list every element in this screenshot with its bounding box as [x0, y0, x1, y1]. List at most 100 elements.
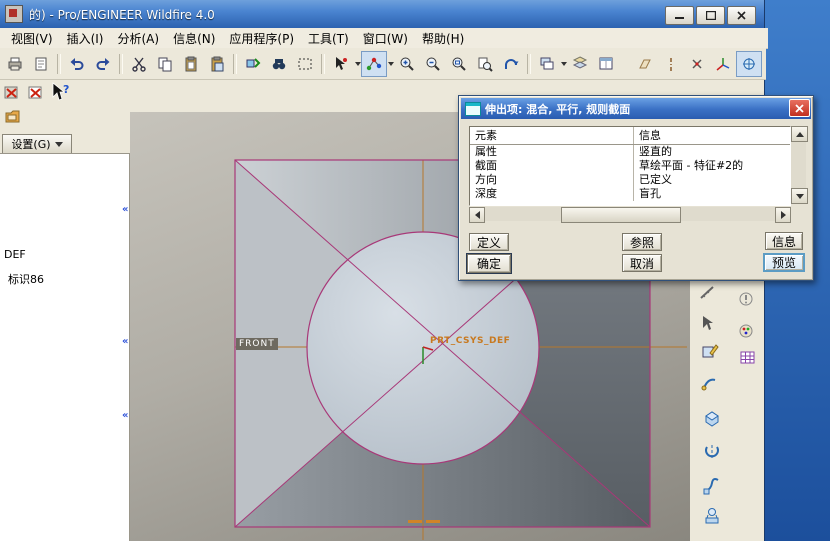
menu-view[interactable]: 视图(V) — [4, 28, 60, 49]
folder-tab-icon[interactable] — [2, 106, 24, 128]
datum-axis-toggle-icon[interactable] — [658, 51, 684, 77]
table-row-direction[interactable]: 方向 已定义 — [470, 173, 790, 187]
view-manager-icon[interactable] — [593, 51, 619, 77]
cancel-button[interactable]: 取消 — [622, 254, 662, 272]
column-header-info: 信息 — [633, 127, 790, 144]
model-tree-panel: DEF 标识86 — [0, 153, 130, 541]
datum-csys-toggle-icon[interactable] — [710, 51, 736, 77]
grid-icon[interactable] — [736, 346, 760, 370]
menu-insert[interactable]: 插入(I) — [60, 28, 111, 49]
panel-collapse-icon[interactable]: « — [122, 411, 128, 421]
select-box-icon[interactable] — [292, 51, 318, 77]
info-button[interactable]: 信息 — [765, 232, 803, 250]
close-view-icon[interactable] — [1, 82, 23, 104]
table-row-attributes[interactable]: 属性 竖直的 — [470, 145, 790, 159]
references-button[interactable]: 参照 — [622, 233, 662, 251]
csys-tag[interactable]: PRT_CSYS_DEF — [430, 336, 510, 346]
print-icon[interactable] — [2, 51, 28, 77]
table-row-section[interactable]: 截面 草绘平面 - 特征#2的 — [470, 159, 790, 173]
menu-bar: 视图(V) 插入(I) 分析(A) 信息(N) 应用程序(P) 工具(T) 窗口… — [0, 28, 768, 49]
table-row-depth[interactable]: 深度 盲孔 — [470, 187, 790, 201]
menu-analysis[interactable]: 分析(A) — [110, 28, 166, 49]
define-button[interactable]: 定义 — [469, 233, 509, 251]
zoom-in-icon[interactable] — [394, 51, 420, 77]
ok-button[interactable]: 确定 — [466, 253, 512, 274]
app-icon — [5, 5, 23, 23]
revolve-tool-icon[interactable] — [700, 440, 724, 464]
spin-center-toggle-icon[interactable] — [736, 50, 762, 77]
row-element: 截面 — [475, 159, 497, 172]
row-info: 竖直的 — [633, 145, 790, 159]
datum-point-toggle-icon[interactable] — [684, 51, 710, 77]
tree-item-csys[interactable]: DEF — [4, 248, 26, 261]
plot-icon[interactable] — [28, 51, 54, 77]
close-button[interactable] — [727, 6, 756, 25]
menu-help[interactable]: 帮助(H) — [415, 28, 471, 49]
paste-icon[interactable] — [178, 51, 204, 77]
table-header-row: 元素 信息 — [470, 127, 790, 145]
toolbar-separator — [119, 53, 123, 74]
panel-collapse-icon[interactable]: « — [122, 337, 128, 347]
selection-filter-icon[interactable] — [328, 51, 354, 77]
settings-dropdown[interactable]: 设置(G) — [2, 134, 72, 154]
menu-info[interactable]: 信息(N) — [166, 28, 222, 49]
blend-tool-icon[interactable] — [700, 504, 724, 528]
zoom-out-icon[interactable] — [420, 51, 446, 77]
select-arrow-icon[interactable] — [696, 311, 720, 335]
window-title: 的) - Pro/ENGINEER Wildfire 4.0 — [29, 7, 215, 22]
dialog-title: 伸出项: 混合, 平行, 规则截面 — [485, 102, 631, 116]
minimize-button[interactable] — [665, 6, 694, 25]
palette-icon[interactable] — [734, 319, 758, 343]
row-info: 草绘平面 - 特征#2的 — [633, 159, 790, 173]
toolbar-separator — [527, 53, 531, 74]
sketch-tool-icon[interactable] — [698, 340, 722, 364]
dialog-close-button[interactable] — [789, 99, 810, 117]
row-info: 盲孔 — [633, 187, 790, 201]
sweep-tool-icon[interactable] — [700, 474, 724, 498]
section-marker — [408, 520, 440, 523]
style-tool-icon[interactable] — [698, 372, 722, 396]
menu-applications[interactable]: 应用程序(P) — [222, 28, 301, 49]
scroll-right-icon[interactable] — [775, 207, 791, 223]
zoom-page-icon[interactable] — [472, 51, 498, 77]
tree-item-feature[interactable]: 标识86 — [8, 271, 44, 287]
table-vertical-scrollbar[interactable] — [791, 126, 808, 204]
panel-collapse-icon[interactable]: « — [122, 205, 128, 215]
scrollbar-thumb[interactable] — [561, 207, 681, 223]
front-datum-tag[interactable]: FRONT — [236, 338, 278, 350]
maximize-button[interactable] — [696, 6, 725, 25]
scroll-down-icon[interactable] — [791, 188, 808, 204]
regenerate-icon[interactable] — [240, 51, 266, 77]
scroll-left-icon[interactable] — [469, 207, 485, 223]
layers-icon[interactable] — [567, 51, 593, 77]
preview-button[interactable]: 预览 — [763, 253, 805, 272]
close-window-icon[interactable] — [25, 82, 47, 104]
table-horizontal-scrollbar[interactable] — [469, 207, 791, 223]
extrude-tool-icon[interactable] — [700, 406, 724, 430]
main-toolbar — [0, 48, 766, 80]
redo-icon[interactable] — [90, 51, 116, 77]
snap-mode-icon[interactable] — [361, 50, 387, 77]
settings-label: 设置(G) — [11, 138, 51, 151]
datum-plane-toggle-icon[interactable] — [632, 51, 658, 77]
find-icon[interactable] — [266, 51, 292, 77]
refit-icon[interactable] — [446, 51, 472, 77]
chevron-down-icon — [54, 141, 63, 147]
menu-window[interactable]: 窗口(W) — [356, 28, 415, 49]
toolbar-separator — [57, 53, 61, 74]
paste-special-icon[interactable] — [204, 51, 230, 77]
element-info-table: 元素 信息 属性 竖直的 截面 草绘平面 - 特征#2的 方向 已定义 深度 盲… — [469, 126, 791, 206]
protrusion-dialog: 伸出项: 混合, 平行, 规则截面 元素 信息 属性 竖直的 截面 草绘平面 -… — [458, 95, 814, 281]
dialog-title-bar[interactable]: 伸出项: 混合, 平行, 规则截面 — [461, 98, 811, 119]
reorient-icon[interactable] — [498, 51, 524, 77]
screen: 的) - Pro/ENGINEER Wildfire 4.0 视图(V) 插入(… — [0, 0, 830, 541]
measure-icon[interactable] — [696, 281, 720, 305]
annotate-icon[interactable] — [734, 287, 758, 311]
scroll-up-icon[interactable] — [791, 126, 808, 142]
saved-views-icon[interactable] — [534, 51, 560, 77]
copy-icon[interactable] — [152, 51, 178, 77]
title-bar[interactable]: 的) - Pro/ENGINEER Wildfire 4.0 — [0, 0, 764, 28]
cut-icon[interactable] — [126, 51, 152, 77]
undo-icon[interactable] — [64, 51, 90, 77]
menu-tools[interactable]: 工具(T) — [301, 28, 356, 49]
